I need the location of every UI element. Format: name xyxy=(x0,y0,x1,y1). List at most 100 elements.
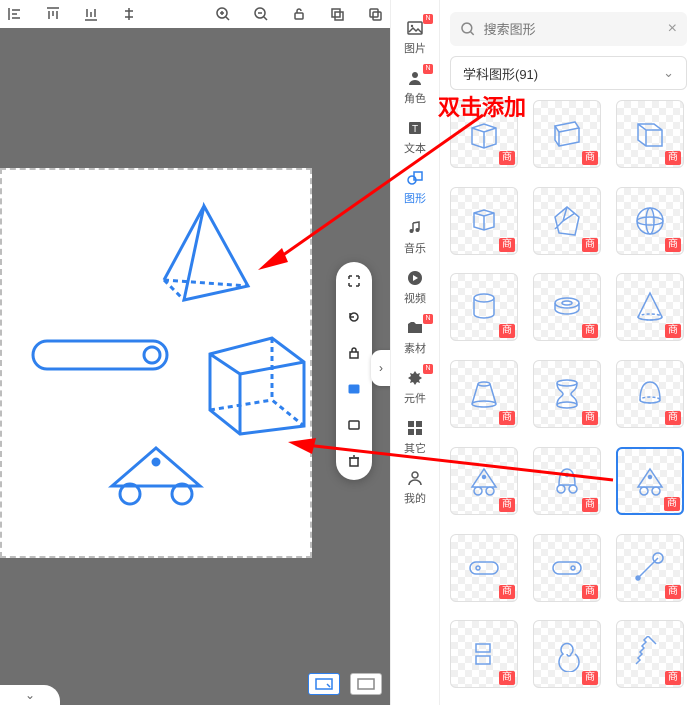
shape-tile-cone[interactable]: 商 xyxy=(616,273,684,341)
commercial-tag: 商 xyxy=(499,498,515,512)
dropdown-label: 学科图形(91) xyxy=(463,64,538,83)
commercial-tag: 商 xyxy=(582,498,598,512)
shape-tile-cart-tri[interactable]: 商 xyxy=(450,447,518,515)
shape-tile-ring[interactable]: 商 xyxy=(533,273,601,341)
music-icon xyxy=(405,218,425,238)
rail-item-shape[interactable]: 图形 xyxy=(391,168,439,206)
delete-icon[interactable] xyxy=(345,452,363,470)
rail-item-music[interactable]: 音乐 xyxy=(391,218,439,256)
shape-tile-cart-tri2[interactable]: 商 xyxy=(616,447,684,515)
fill-icon[interactable] xyxy=(345,380,363,398)
copy-icon[interactable] xyxy=(328,5,346,23)
mine-icon xyxy=(405,468,425,488)
commercial-tag: 商 xyxy=(664,497,680,511)
svg-text:T: T xyxy=(412,124,418,135)
shape-tile-lever[interactable]: 商 xyxy=(616,534,684,602)
shape-grid: 商商商商商商商商商商商商商商商商商商商商商 xyxy=(450,100,687,705)
shape-icon xyxy=(405,168,425,188)
rail-item-text[interactable]: T 文本 xyxy=(391,118,439,156)
page-current[interactable] xyxy=(308,673,340,695)
align-bottom-icon[interactable] xyxy=(82,5,100,23)
other-icon xyxy=(405,418,425,438)
category-dropdown[interactable]: 学科图形(91) ⌄ xyxy=(450,56,687,90)
rail-item-widget[interactable]: N元件 xyxy=(391,368,439,406)
canvas-shape-rod[interactable] xyxy=(30,338,170,372)
zoom-in-icon[interactable] xyxy=(214,5,232,23)
lock-icon[interactable] xyxy=(345,344,363,362)
canvas-shape-pyramid[interactable] xyxy=(154,200,254,310)
rail-item-video[interactable]: 视频 xyxy=(391,268,439,306)
rail-item-other[interactable]: 其它 xyxy=(391,418,439,456)
video-icon xyxy=(405,268,425,288)
rail-label: 我的 xyxy=(404,490,426,506)
panel-expand-icon[interactable]: › xyxy=(371,350,390,386)
shape-tile-frustum[interactable]: 商 xyxy=(450,360,518,428)
commercial-tag: 商 xyxy=(499,411,515,425)
commercial-tag: 商 xyxy=(499,324,515,338)
commercial-tag: 商 xyxy=(499,585,515,599)
align-v-icon[interactable] xyxy=(120,5,138,23)
shape-tile-pill2[interactable]: 商 xyxy=(533,534,601,602)
rail-label: 文本 xyxy=(404,140,426,156)
shape-tile-rhomb[interactable]: 商 xyxy=(533,187,601,255)
canvas-shape-cart[interactable] xyxy=(106,442,206,506)
shape-tile-pill[interactable]: 商 xyxy=(450,534,518,602)
shape-tile-cube-diag[interactable]: 商 xyxy=(533,100,601,168)
commercial-tag: 商 xyxy=(665,324,681,338)
unlock-icon[interactable] xyxy=(290,5,308,23)
zoom-out-icon[interactable] xyxy=(252,5,270,23)
search-input[interactable] xyxy=(484,22,660,37)
rail-label: 图形 xyxy=(404,190,426,206)
rail-item-role[interactable]: N角色 xyxy=(391,68,439,106)
stage-area: › ⌄ xyxy=(0,0,390,705)
shape-tile-cube1[interactable]: 商 xyxy=(450,100,518,168)
align-left-icon[interactable] xyxy=(6,5,24,23)
page-switcher xyxy=(308,673,382,695)
rail-label: 元件 xyxy=(404,390,426,406)
category-rail: N图片N角色T文本图形音乐视频N素材N元件其它我的 xyxy=(390,0,440,705)
commercial-tag: 商 xyxy=(582,238,598,252)
commercial-tag: 商 xyxy=(582,411,598,425)
top-toolbar xyxy=(0,0,390,28)
shape-tile-spring[interactable]: 商 xyxy=(616,620,684,688)
page-next[interactable] xyxy=(350,673,382,695)
commercial-tag: 商 xyxy=(499,151,515,165)
fullscreen-icon[interactable] xyxy=(345,272,363,290)
canvas-shape-prism[interactable] xyxy=(202,330,312,440)
rail-label: 音乐 xyxy=(404,240,426,256)
rail-label: 图片 xyxy=(404,40,426,56)
rail-item-mine[interactable]: 我的 xyxy=(391,468,439,506)
paste-icon[interactable] xyxy=(366,5,384,23)
canvas[interactable] xyxy=(0,168,312,558)
rotate-icon[interactable] xyxy=(345,308,363,326)
new-badge: N xyxy=(423,14,433,24)
widget-icon xyxy=(405,368,425,388)
library-panel: × 学科图形(91) ⌄ 商商商商商商商商商商商商商商商商商商商商商 xyxy=(440,0,697,705)
commercial-tag: 商 xyxy=(582,324,598,338)
commercial-tag: 商 xyxy=(665,585,681,599)
new-badge: N xyxy=(423,64,433,74)
rail-item-image[interactable]: N图片 xyxy=(391,18,439,56)
stroke-icon[interactable] xyxy=(345,416,363,434)
shape-tile-cart-bell[interactable]: 商 xyxy=(533,447,601,515)
shape-tile-stack[interactable]: 商 xyxy=(450,620,518,688)
commercial-tag: 商 xyxy=(582,585,598,599)
rail-label: 其它 xyxy=(404,440,426,456)
commercial-tag: 商 xyxy=(665,238,681,252)
chevron-down-icon: ⌄ xyxy=(663,65,674,81)
shape-tile-hourglass[interactable]: 商 xyxy=(533,360,601,428)
shape-tile-cylinder[interactable]: 商 xyxy=(450,273,518,341)
align-top-icon[interactable] xyxy=(44,5,62,23)
rail-item-asset[interactable]: N素材 xyxy=(391,318,439,356)
clear-icon[interactable]: × xyxy=(668,20,677,38)
shape-tile-cube-small[interactable]: 商 xyxy=(450,187,518,255)
new-badge: N xyxy=(423,314,433,324)
shape-tile-cube-open[interactable]: 商 xyxy=(616,100,684,168)
shape-tile-sphere[interactable]: 商 xyxy=(616,187,684,255)
shape-tile-bell[interactable]: 商 xyxy=(616,360,684,428)
shape-tile-spiral[interactable]: 商 xyxy=(533,620,601,688)
rail-label: 角色 xyxy=(404,90,426,106)
commercial-tag: 商 xyxy=(499,238,515,252)
search-box[interactable]: × xyxy=(450,12,687,46)
bottom-drawer-toggle[interactable]: ⌄ xyxy=(0,685,60,705)
